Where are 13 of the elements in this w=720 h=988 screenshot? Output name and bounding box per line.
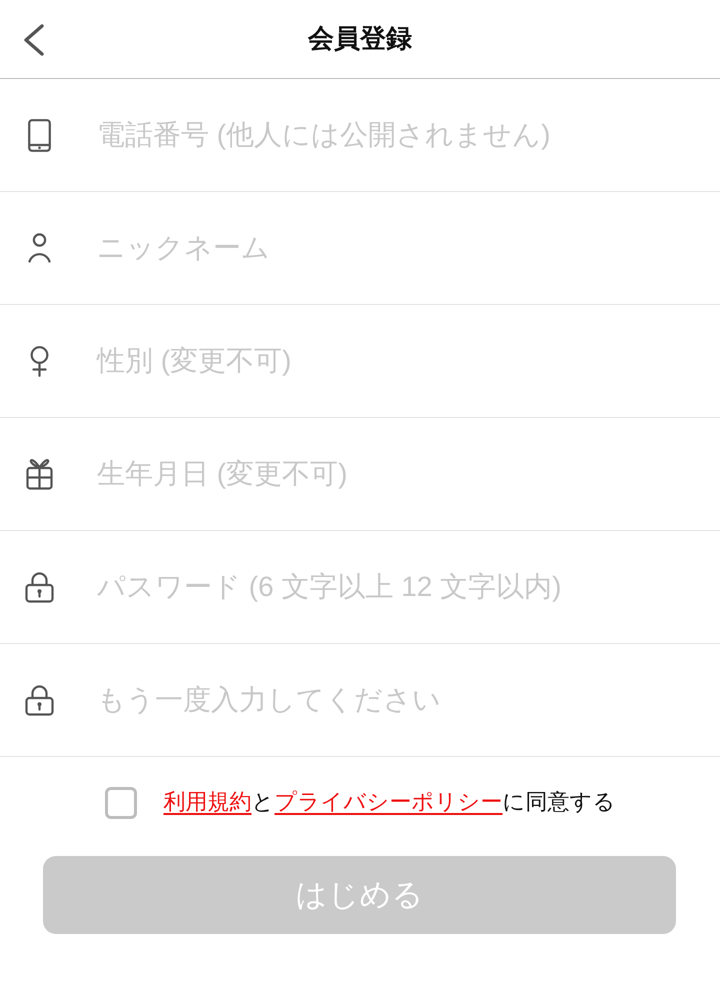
page-title: 会員登録 [308,23,412,55]
phone-icon [28,118,50,152]
gift-icon [26,458,52,490]
agree-checkbox[interactable] [104,786,136,818]
person-icon [28,233,50,263]
back-button[interactable] [23,24,45,56]
agreement-text: 利用規約 と プライバシーポリシーに同意する [164,788,616,816]
lock-icon [24,684,54,716]
lock-icon [24,571,54,603]
terms-link[interactable]: 利用規約 [164,789,252,814]
back-icon [23,24,45,56]
privacy-policy-link[interactable]: プライバシーポリシー [274,789,502,814]
female-icon [30,346,48,376]
